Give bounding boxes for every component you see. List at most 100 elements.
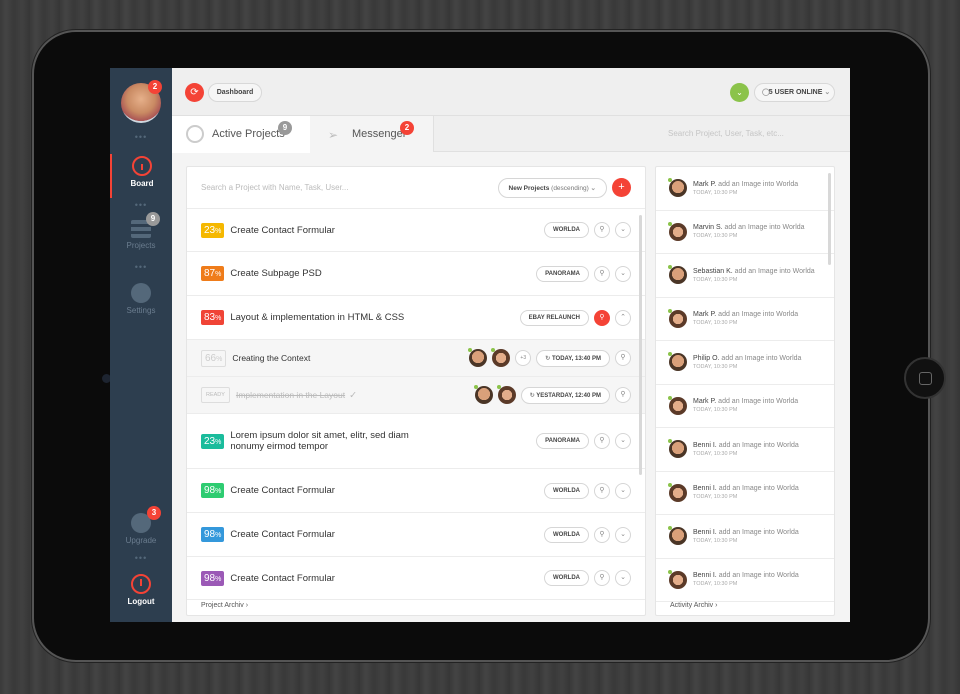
progress-badge: 66% bbox=[201, 349, 227, 367]
activity-item[interactable]: Mark P. add an Image into Worlda TODAY, … bbox=[656, 167, 834, 211]
tab-messenger[interactable]: ➢ Messenger 2 bbox=[310, 116, 434, 152]
user-avatar bbox=[668, 482, 687, 502]
project-row[interactable]: 87% Create Subpage PSD PANORAMA ⚲ ⌄ bbox=[187, 252, 645, 296]
activity-item[interactable]: Benni I. add an Image into Worlda TODAY,… bbox=[656, 472, 834, 515]
progress-badge: 87% bbox=[201, 266, 225, 281]
project-title: Lorem ipsum dolor sit amet, elitr, sed d… bbox=[230, 430, 409, 452]
scrollbar[interactable] bbox=[639, 215, 642, 475]
app-screen: 2 ••• Board ••• Projects 9 ••• Settings … bbox=[110, 68, 850, 622]
activity-item[interactable]: Sebastian K. add an Image into Worlda TO… bbox=[656, 254, 834, 298]
online-users-dropdown[interactable]: ◯ 5 USER ONLINE ⌄ bbox=[754, 83, 835, 102]
gauge-icon bbox=[132, 156, 152, 176]
upgrade-badge: 3 bbox=[147, 506, 161, 520]
progress-badge: 98% bbox=[201, 483, 225, 498]
user-avatar bbox=[668, 308, 687, 328]
project-title: Create Contact Formular bbox=[230, 572, 335, 584]
activity-archive-link[interactable]: Activity Archiv › bbox=[670, 602, 717, 609]
project-row[interactable]: 23% Create Contact Formular WORLDA ⚲ ⌄ bbox=[187, 209, 645, 252]
chevron-down-icon[interactable]: ⌄ bbox=[615, 526, 631, 543]
sidebar: 2 ••• Board ••• Projects 9 ••• Settings … bbox=[110, 68, 172, 622]
activity-panel: Mark P. add an Image into Worlda TODAY, … bbox=[655, 166, 835, 616]
project-tag[interactable]: WORLDA bbox=[544, 570, 589, 586]
progress-badge: 23% bbox=[201, 222, 225, 238]
gear-icon bbox=[131, 283, 151, 303]
search-icon[interactable]: ⚲ bbox=[594, 570, 610, 586]
user-avatar bbox=[668, 352, 687, 372]
paper-plane-icon: ➢ bbox=[328, 128, 339, 142]
sort-dropdown[interactable]: New Projects (descending) ⌄ bbox=[497, 177, 607, 198]
subtask-row[interactable]: READY Implementation in the Layout ✓ ↻ YES… bbox=[187, 377, 645, 414]
progress-badge: 23% bbox=[201, 433, 225, 449]
clock-icon bbox=[186, 125, 204, 143]
logout-button[interactable]: Logout bbox=[110, 574, 172, 606]
subtask-row[interactable]: 66% Creating the Context +3 ↻ TODAY, 13:4… bbox=[187, 340, 645, 377]
status-badge: READY bbox=[201, 387, 230, 403]
sidebar-item-projects[interactable]: Projects bbox=[110, 220, 172, 250]
user-avatar bbox=[668, 439, 687, 459]
project-row[interactable]: 83% Layout & implementation in HTML & CS… bbox=[187, 296, 645, 340]
tab-active-projects[interactable]: Active Projects 9 bbox=[172, 116, 310, 153]
activity-item[interactable]: Mark P. add an Image into Worlda TODAY, … bbox=[656, 298, 834, 341]
project-search-input[interactable]: Search a Project with Name, Task, User..… bbox=[187, 167, 645, 209]
user-avatar bbox=[668, 569, 687, 589]
project-title: Create Contact Formular bbox=[230, 529, 335, 540]
time-badge: ↻ YESTARDAY, 12:40 PM bbox=[520, 386, 610, 404]
sidebar-item-settings[interactable]: Settings bbox=[110, 283, 172, 315]
search-icon[interactable]: ⚲ bbox=[615, 350, 631, 366]
search-icon[interactable]: ⚲ bbox=[594, 265, 610, 282]
activity-scrollbar[interactable] bbox=[828, 173, 831, 265]
activity-item[interactable]: Benni I. add an Image into Worlda TODAY,… bbox=[656, 559, 834, 602]
refresh-button[interactable]: ⟳ bbox=[185, 83, 204, 102]
project-tag[interactable]: WORLDA bbox=[544, 482, 589, 499]
activity-item[interactable]: Philip O. add an Image into Worlda TODAY… bbox=[656, 341, 834, 385]
activity-item[interactable]: Benni I. add an Image into Worlda TODAY,… bbox=[656, 515, 834, 559]
search-icon[interactable]: ⚲ bbox=[594, 526, 610, 543]
chevron-down-icon[interactable]: ⌄ bbox=[615, 482, 631, 499]
search-icon[interactable]: ⚲ bbox=[594, 309, 610, 326]
member-avatar[interactable] bbox=[491, 348, 511, 367]
more-members[interactable]: +3 bbox=[515, 350, 532, 366]
project-title: Create Contact Formular bbox=[230, 224, 335, 236]
project-tag[interactable]: PANORAMA bbox=[536, 265, 589, 282]
chevron-down-icon[interactable]: ⌄ bbox=[615, 433, 631, 449]
chevron-down-icon[interactable]: ⌄ bbox=[615, 570, 631, 586]
project-row[interactable]: 23% Lorem ipsum dolor sit amet, elitr, s… bbox=[187, 414, 645, 469]
projects-badge: 9 bbox=[146, 212, 160, 226]
refresh-icon: ↻ bbox=[545, 355, 551, 362]
member-avatar[interactable] bbox=[468, 348, 488, 367]
global-search-input[interactable]: Search Project, User, Task, etc... bbox=[668, 129, 784, 138]
project-tag[interactable]: WORLDA bbox=[544, 222, 589, 238]
progress-badge: 98% bbox=[201, 527, 225, 542]
sidebar-item-upgrade[interactable]: Upgrade bbox=[110, 513, 172, 545]
project-tag[interactable]: PANORAMA bbox=[536, 433, 589, 449]
power-icon bbox=[131, 574, 151, 594]
subtask-title: Implementation in the Layout bbox=[235, 390, 346, 400]
activity-item[interactable]: Mark P. add an Image into Worlda TODAY, … bbox=[656, 385, 834, 428]
member-avatar[interactable] bbox=[473, 385, 493, 404]
progress-badge: 98% bbox=[201, 570, 225, 586]
user-avatar bbox=[668, 265, 687, 285]
search-icon[interactable]: ⚲ bbox=[594, 482, 610, 499]
status-dropdown-button[interactable]: ⌄ bbox=[730, 83, 749, 102]
home-button[interactable] bbox=[904, 357, 946, 399]
breadcrumb-dashboard[interactable]: Dashboard bbox=[208, 83, 262, 102]
project-tag[interactable]: WORLDA bbox=[544, 526, 589, 543]
project-tag[interactable]: EBAY RELAUNCH bbox=[519, 309, 589, 326]
search-icon[interactable]: ⚲ bbox=[594, 433, 610, 449]
sidebar-item-board[interactable]: Board bbox=[110, 154, 172, 198]
activity-item[interactable]: Marvin S. add an Image into Worlda TODAY… bbox=[656, 211, 834, 254]
search-icon[interactable]: ⚲ bbox=[594, 222, 610, 238]
top-bar: ⟳ Dashboard ⌄ ◯ 5 USER ONLINE ⌄ bbox=[172, 68, 850, 116]
project-row[interactable]: 98% Create Contact Formular WORLDA ⚲ ⌄ bbox=[187, 557, 645, 600]
chevron-up-icon[interactable]: ⌃ bbox=[615, 309, 631, 326]
user-avatar bbox=[668, 221, 687, 241]
member-avatar[interactable] bbox=[496, 385, 516, 404]
chevron-down-icon[interactable]: ⌄ bbox=[615, 222, 631, 238]
activity-item[interactable]: Benni I. add an Image into Worlda TODAY,… bbox=[656, 428, 834, 472]
chevron-down-icon[interactable]: ⌄ bbox=[615, 265, 631, 282]
add-project-button[interactable]: + bbox=[612, 178, 631, 197]
project-row[interactable]: 98% Create Contact Formular WORLDA ⚲ ⌄ bbox=[187, 469, 645, 513]
project-archive-link[interactable]: Project Archiv › bbox=[201, 602, 248, 609]
search-icon[interactable]: ⚲ bbox=[615, 387, 631, 403]
project-row[interactable]: 98% Create Contact Formular WORLDA ⚲ ⌄ bbox=[187, 513, 645, 557]
